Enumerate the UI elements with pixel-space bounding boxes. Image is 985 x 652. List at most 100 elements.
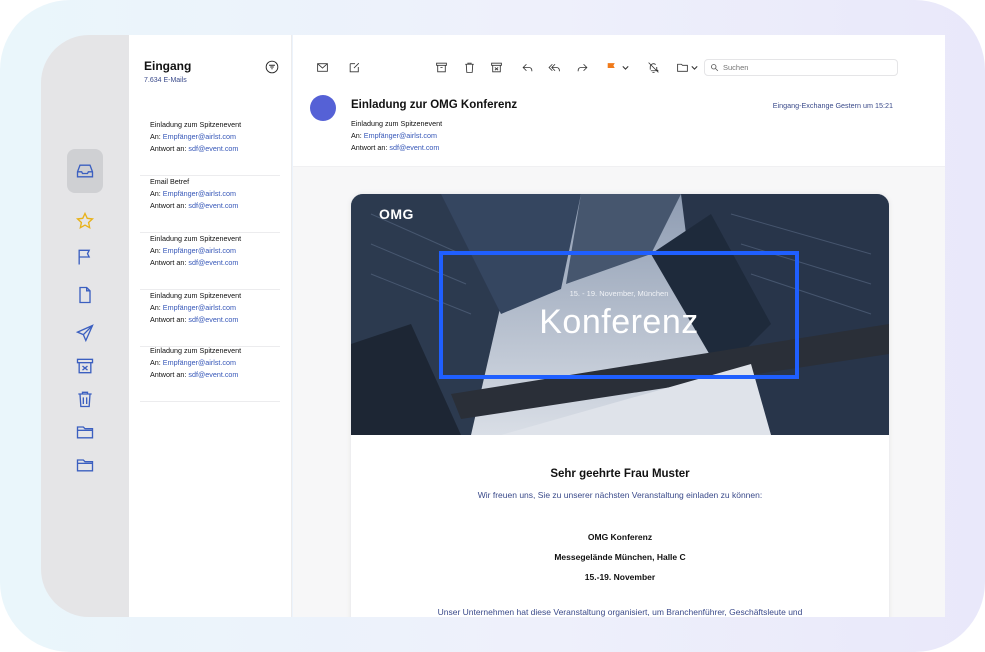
to-label: An: (150, 358, 161, 367)
junk-icon (490, 62, 502, 72)
filter-icon[interactable] (265, 60, 279, 74)
flag-button[interactable] (604, 60, 618, 74)
reply-address[interactable]: sdf@event.com (389, 143, 439, 152)
folder-icon (76, 426, 94, 439)
mailbox-title: Eingang (144, 59, 192, 73)
get-mail-button[interactable] (315, 60, 329, 74)
mute-button[interactable] (646, 60, 660, 74)
sidebar-item-trash[interactable] (67, 381, 103, 417)
list-item[interactable]: Email Betref An: Empfänger@airlst.com An… (140, 176, 280, 233)
avatar (310, 95, 336, 121)
list-item-subject: Email Betref (150, 177, 190, 186)
list-item-subject: Einladung zum Spitzenevent (150, 120, 242, 129)
forward-button[interactable] (575, 60, 589, 74)
event-place: Messegelände München, Halle C (554, 552, 686, 562)
mail-list: Eingang 7.634 E-Mails Einladung zum Spit… (129, 35, 292, 617)
to-address: Empfänger@airlst.com (162, 189, 237, 198)
to-address[interactable]: Empfänger@airlst.com (364, 131, 437, 140)
list-item[interactable]: Einladung zum Spitzenevent An: Empfänger… (140, 233, 280, 290)
email-card: OMG 15. - 19. November, München Konferen… (351, 194, 889, 617)
message-view: Einladung zur OMG Konferenz Einladung zu… (293, 35, 945, 617)
reply-all-icon (547, 63, 560, 71)
greeting: Sehr geehrte Frau Muster (550, 468, 690, 480)
sidebar-item-junk[interactable] (67, 348, 103, 384)
reply-label: Antwort an: (150, 315, 187, 324)
list-item[interactable]: Einladung zum Spitzenevent An: Empfänger… (140, 345, 280, 402)
envelope-icon (316, 62, 328, 72)
flag-icon (607, 62, 615, 72)
message-folder-time: Eingang-Exchange Gestern um 15:21 (772, 101, 893, 110)
to-label: An: (150, 189, 161, 198)
reply-label: Antwort an: (150, 258, 187, 267)
chevron-down-icon (690, 65, 698, 70)
forward-icon (577, 63, 587, 71)
reply-button[interactable] (520, 60, 534, 74)
bell-slash-icon (647, 61, 659, 73)
archive-icon (435, 62, 447, 72)
reply-address: sdf@event.com (188, 144, 239, 153)
reply-address: sdf@event.com (188, 201, 239, 210)
event-dates: 15.-19. November (584, 572, 656, 582)
sidebar-item-flagged[interactable] (67, 239, 103, 275)
reply-address: sdf@event.com (188, 315, 239, 324)
flag-menu-button[interactable] (618, 60, 632, 74)
message-subject: Einladung zum Spitzenevent (351, 119, 443, 128)
sidebar-item-folder-1[interactable] (67, 414, 103, 450)
intro-text: Wir freuen uns, Sie zu unserer nächsten … (477, 490, 763, 500)
body-text: Unser Unternehmen hat diese Veranstaltun… (437, 607, 803, 617)
list-item[interactable]: Einladung zum Spitzenevent An: Empfänger… (140, 290, 280, 347)
send-icon (75, 324, 94, 343)
flag-icon (78, 249, 91, 265)
reply-label: Antwort an: (150, 144, 187, 153)
junk-button[interactable] (489, 60, 503, 74)
folder-icon (76, 459, 94, 472)
to-label: An: (150, 303, 161, 312)
list-item-subject: Einladung zum Spitzenevent (150, 346, 242, 355)
reply-address: sdf@event.com (188, 258, 239, 267)
sidebar-item-folder-2[interactable] (67, 447, 103, 483)
chevron-down-icon (621, 65, 629, 70)
search-field[interactable] (704, 59, 898, 76)
message-header: Einladung zur OMG Konferenz Einladung zu… (293, 93, 945, 167)
inbox-icon (76, 164, 94, 178)
junk-icon (76, 358, 94, 374)
to-address: Empfänger@airlst.com (162, 358, 237, 367)
to-label: An: (150, 132, 161, 141)
toolbar (293, 35, 945, 93)
banner-highlight-box: 15. - 19. November, München Konferenz (439, 251, 799, 379)
sidebar-item-drafts[interactable] (67, 277, 103, 313)
list-item[interactable]: Einladung zum Spitzenevent An: Empfänger… (140, 119, 280, 176)
reply-all-button[interactable] (547, 60, 561, 74)
omg-logo: OMG (379, 206, 414, 222)
list-item-subject: Einladung zum Spitzenevent (150, 291, 242, 300)
sidebar-rail (41, 35, 129, 617)
search-input[interactable] (723, 63, 893, 72)
compose-icon (349, 62, 359, 72)
sidebar-item-sent[interactable] (67, 315, 103, 351)
to-address: Empfänger@airlst.com (162, 303, 237, 312)
event-name: OMG Konferenz (587, 532, 653, 542)
reply-icon (522, 63, 532, 71)
document-icon (79, 286, 91, 304)
compose-button[interactable] (347, 60, 361, 74)
message-meta: Einladung zum Spitzenevent An: Empfänger… (351, 118, 442, 154)
message-title: Einladung zur OMG Konferenz (351, 99, 518, 111)
banner-date: 15. - 19. November, München (569, 289, 669, 298)
sidebar-item-inbox[interactable] (67, 149, 103, 193)
banner-heading: Konferenz (539, 303, 699, 341)
star-icon (75, 211, 95, 229)
move-menu-button[interactable] (687, 60, 701, 74)
to-label: An: (150, 246, 161, 255)
to-address: Empfänger@airlst.com (162, 246, 237, 255)
event-banner: OMG 15. - 19. November, München Konferen… (351, 194, 889, 435)
delete-button[interactable] (462, 60, 476, 74)
sidebar-item-starred[interactable] (67, 203, 103, 239)
mail-count: 7.634 E-Mails (144, 77, 187, 84)
reply-address: sdf@event.com (188, 370, 239, 379)
trash-icon (78, 391, 92, 408)
reply-label: Antwort an: (150, 370, 187, 379)
archive-button[interactable] (434, 60, 448, 74)
reply-label: Antwort an: (351, 143, 388, 152)
search-icon (711, 64, 719, 72)
to-label: An: (351, 131, 362, 140)
